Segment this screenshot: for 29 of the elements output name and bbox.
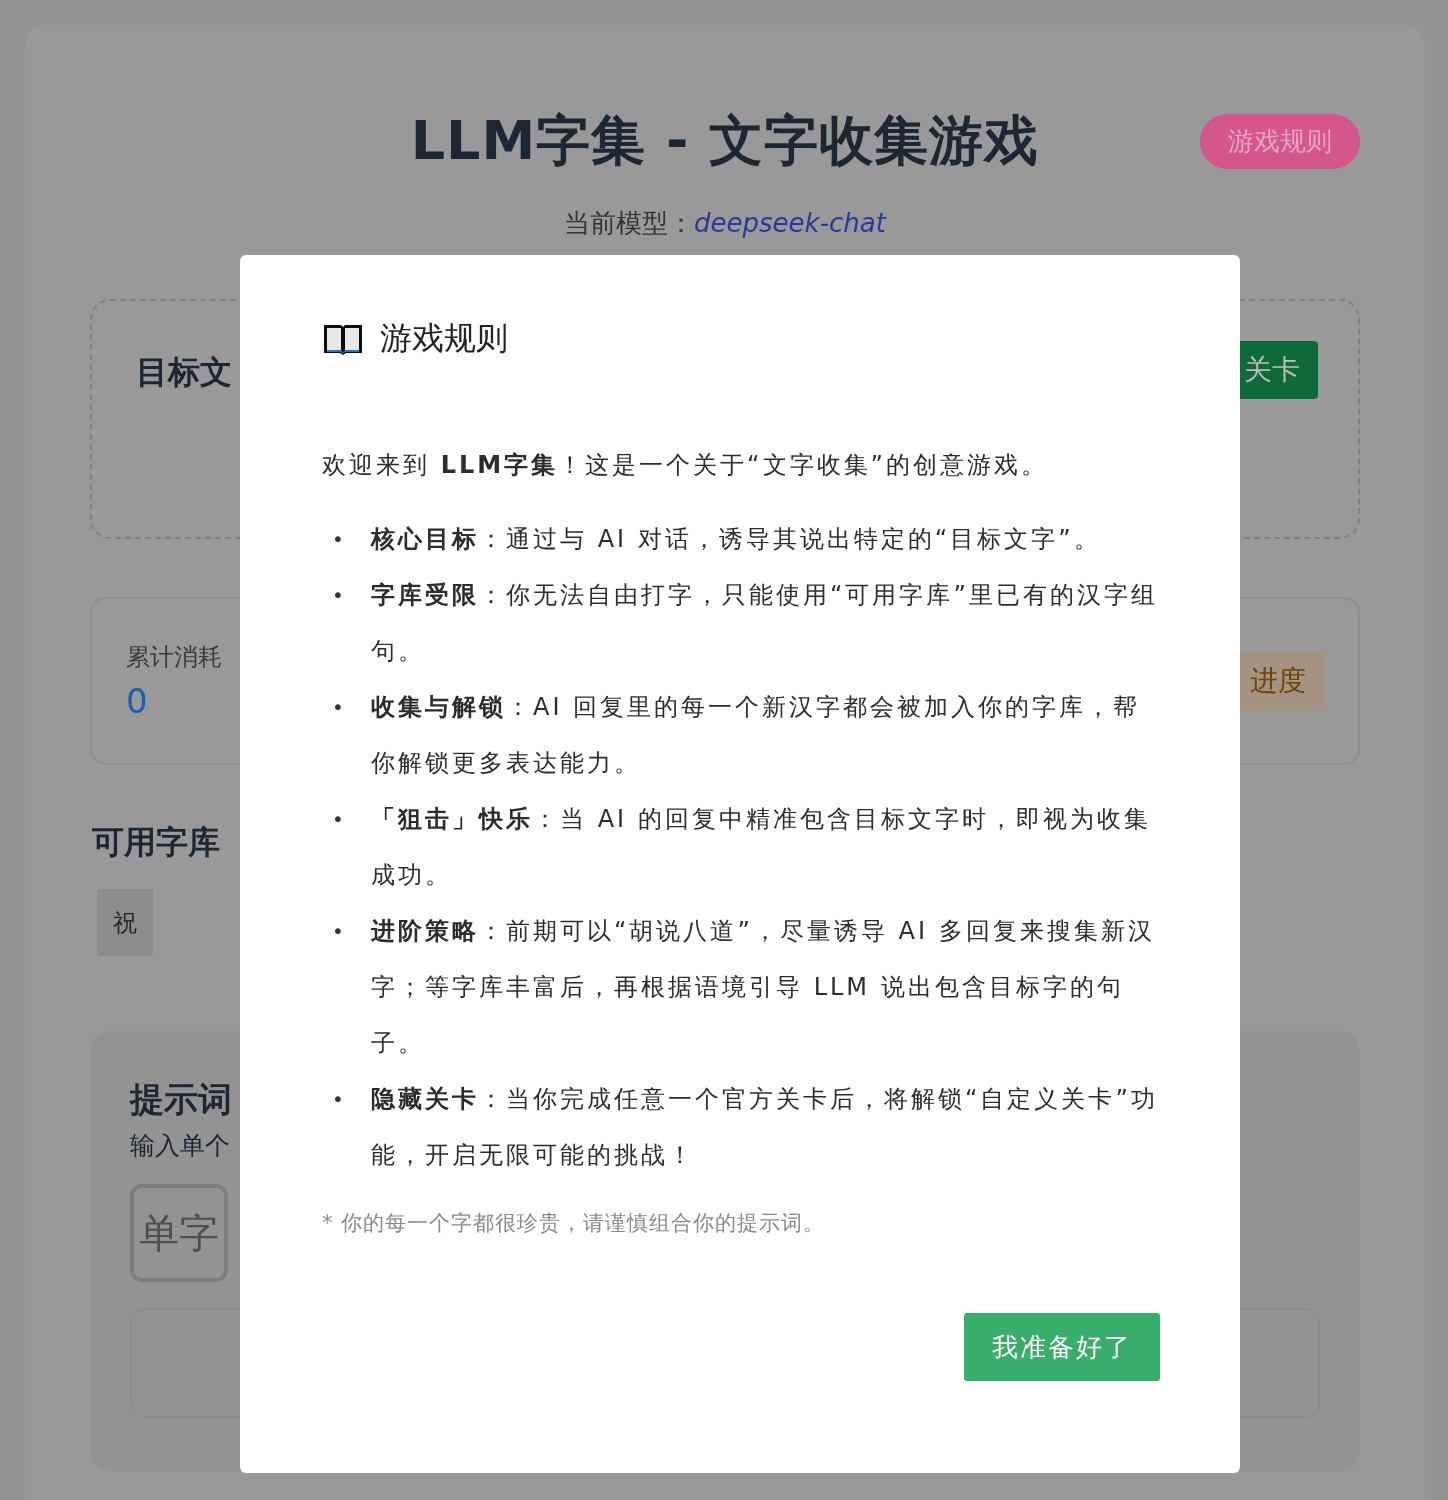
library-heading: 可用字库 [92, 822, 220, 863]
rules-button[interactable]: 游戏规则 [1200, 114, 1360, 169]
bullet: • [332, 694, 345, 721]
stat-label: 累计消耗 [126, 642, 222, 673]
dialog-title: 游戏规则 [380, 318, 508, 359]
note-text: * 你的每一个字都很珍贵，请谨慎组合你的提示词。 [322, 1210, 827, 1237]
confirm-button[interactable]: 我准备好了 [964, 1313, 1160, 1381]
rule-item: 「狙击」快乐：当 AI 的回复中精准包含目标文字时，即视为收集成功。 [371, 804, 1152, 891]
bullet: • [332, 806, 345, 833]
rule-item: 隐藏关卡：当你完成任意一个官方关卡后，将解锁“自定义关卡”功能，开启无限可能的挑战！ [371, 1084, 1159, 1171]
bullet: • [332, 1086, 345, 1113]
model-name: deepseek-chat [694, 208, 886, 238]
stat-value: 0 [126, 681, 149, 721]
prompt-heading: 提示词 [130, 1078, 232, 1121]
rule-item: 字库受限：你无法自由打字，只能使用“可用字库”里已有的汉字组句。 [371, 580, 1159, 667]
rule-item: 收集与解锁：AI 回复里的每一个新汉字都会被加入你的字库，帮你解锁更多表达能力。 [371, 692, 1142, 779]
char-tile[interactable]: 祝 [97, 889, 153, 956]
char-input[interactable]: 单字 [130, 1184, 228, 1282]
bullet: • [332, 582, 345, 609]
bullet: • [332, 526, 345, 553]
bullet: • [332, 918, 345, 945]
rule-item: 进阶策略：前期可以“胡说八道”，尽量诱导 AI 多回复来搜集新汉字；等字库丰富后，再根据语境引导 LLM 说出包含目标字的句子。 [371, 916, 1156, 1059]
target-heading: 目标文 [136, 352, 232, 393]
page-title: LLM字集 - 文字收集游戏 [410, 108, 1040, 174]
model-label: 当前模型： [564, 208, 695, 238]
rule-item: 核心目标：通过与 AI 对话，诱导其说出特定的“目标文字”。 [371, 524, 1102, 555]
prompt-hint: 输入单个 [130, 1130, 230, 1162]
book-icon [322, 322, 364, 356]
intro-text: 欢迎来到 LLM字集！这是一个关于“文字收集”的创意游戏。 [322, 450, 1049, 481]
